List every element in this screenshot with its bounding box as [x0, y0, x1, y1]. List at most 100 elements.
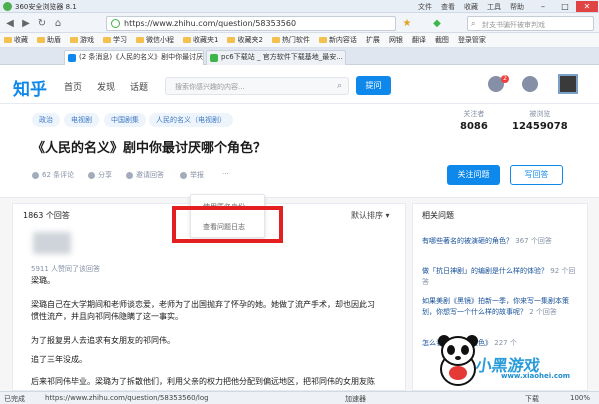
answer-votes: 5911 人赞同了该回答: [31, 265, 101, 273]
shield-icon[interactable]: ◆: [430, 17, 444, 30]
chevron-down-icon: ▾: [385, 211, 390, 220]
highlight-annotation-box: [172, 206, 283, 243]
bookmark-item[interactable]: 扩展: [366, 35, 380, 45]
panda-mascot-logo: [438, 335, 478, 386]
window-controls: – □ ✕: [532, 1, 598, 12]
blurred-author-image: [33, 232, 71, 254]
bookmark-item[interactable]: 游戏: [70, 35, 94, 45]
folder-icon: [37, 37, 45, 43]
folder-icon: [227, 37, 236, 43]
zhihu-favicon-icon: [68, 54, 76, 62]
followers-label: 关注者: [463, 110, 485, 118]
answer-paragraph: 梁璐自己在大学期间和老师谈恋爱，老师为了出国抛弃了怀孕的她。她做了流产手术，却也…: [31, 300, 375, 309]
bookmark-item[interactable]: 收藏夹1: [183, 35, 218, 45]
accelerator-button[interactable]: 加速器: [345, 394, 366, 404]
share-icon: [88, 171, 95, 179]
browser-logo-icon: [3, 2, 12, 11]
related-item[interactable]: 有哪些著名的被演砸的角色？ 367 个回答: [422, 236, 582, 247]
status-url: https://www.zhihu.com/question/58353560/…: [45, 394, 209, 402]
tab-zhihu[interactable]: (2 条消息)《人民的名义》剧中你最讨厌...: [64, 50, 204, 65]
related-item[interactable]: 做「抗日神剧」的编剧是什么样的体验？ 92 个回答: [422, 266, 582, 288]
followers-stat: 关注者 8086: [460, 109, 488, 132]
bookmark-item[interactable]: 收藏夹2: [227, 35, 263, 45]
search-icon[interactable]: ⌕: [337, 81, 342, 91]
back-icon[interactable]: ◀: [3, 17, 17, 30]
bookmarks-bar: 收藏 助盾 游戏 学习 微信小程 收藏夹1 收藏夹2 热门软件 新内容话 扩展 …: [0, 33, 599, 48]
notification-badge: 2: [501, 75, 509, 83]
star-icon[interactable]: ★: [400, 17, 414, 30]
home-icon[interactable]: ⌂: [51, 17, 65, 30]
browser-menu: 文件 查看 收藏 工具 帮助: [418, 2, 524, 12]
sort-dropdown[interactable]: 默认排序 ▾: [351, 210, 390, 221]
flag-icon: [180, 171, 187, 179]
message-icon[interactable]: [522, 76, 538, 92]
topic-tag[interactable]: 中国剧集: [104, 113, 146, 127]
nav-home[interactable]: 首页: [64, 80, 82, 93]
menu-favorites[interactable]: 收藏: [464, 2, 478, 12]
avatar[interactable]: [558, 74, 578, 94]
folder-icon: [136, 37, 144, 43]
status-text: 已完成: [4, 395, 25, 403]
share-action[interactable]: 分享: [88, 170, 112, 180]
refresh-icon[interactable]: ↻: [35, 17, 49, 30]
menu-file[interactable]: 文件: [418, 2, 432, 12]
zhihu-search-placeholder: 搜索你感兴趣的内容...: [175, 83, 245, 91]
bookmark-item[interactable]: 网银: [389, 35, 403, 45]
bookmark-item[interactable]: 翻译: [412, 35, 426, 45]
bookmark-item[interactable]: 截图: [435, 35, 449, 45]
menu-help[interactable]: 帮助: [510, 2, 524, 12]
bookmark-item[interactable]: 微信小程: [136, 35, 174, 45]
browser-search-input[interactable]: ⌕ 封支书骗歼被审判戏: [467, 16, 594, 31]
folder-icon: [318, 37, 327, 43]
question-title: 《人民的名义》剧中你最讨厌哪个角色？: [32, 141, 267, 156]
tab-bar: (2 条消息)《人民的名义》剧中你最讨厌... pc6下载站 _ 官方软件下载基…: [0, 48, 599, 65]
menu-tools[interactable]: 工具: [487, 2, 501, 12]
nav-topics[interactable]: 话题: [130, 80, 148, 93]
zhihu-logo[interactable]: 知乎: [13, 75, 47, 100]
related-item[interactable]: 如果美剧《黑镜》拍新一季，你来写一集剧本策划，你想写一个什么样的故事呢？ 2 个…: [422, 296, 582, 318]
comment-icon: [32, 171, 39, 179]
topic-tag[interactable]: 政治: [32, 113, 60, 127]
bookmark-item[interactable]: 助盾: [37, 35, 61, 45]
tab-pc6[interactable]: pc6下载站 _ 官方软件下载基地_最安...: [206, 50, 346, 65]
bookmark-item[interactable]: 新内容话: [318, 35, 357, 45]
download-button[interactable]: 下载: [525, 394, 539, 404]
bookmark-item[interactable]: 热门软件: [271, 35, 310, 45]
close-icon[interactable]: ✕: [576, 1, 598, 12]
ask-button[interactable]: 提问: [356, 76, 391, 95]
related-title: 相关问题: [422, 211, 454, 220]
browser-search-placeholder: 封支书骗歼被审判戏: [482, 21, 545, 29]
forward-icon[interactable]: ▶: [19, 17, 33, 30]
zoom-level[interactable]: 100%: [570, 394, 590, 402]
address-bar: ◀ ▶ ↻ ⌂ https://www.zhihu.com/question/5…: [0, 13, 599, 33]
more-action[interactable]: ···: [222, 170, 229, 178]
secure-icon: [111, 19, 120, 28]
url-input[interactable]: https://www.zhihu.com/question/58353560: [106, 16, 396, 31]
comments-action[interactable]: 62 条评论: [32, 170, 74, 180]
views-stat: 被浏览 12459078: [512, 109, 568, 132]
question-header: 政治 电视剧 中国剧集 人民的名义（电视剧） 关注者 8086 被浏览 1245…: [0, 104, 599, 198]
views-count: 12459078: [512, 121, 568, 132]
report-action[interactable]: 举报: [180, 170, 204, 180]
follow-question-button[interactable]: 关注问题: [447, 165, 500, 185]
folder-icon: [4, 37, 12, 43]
answer-paragraph: 后来祁同伟毕业。梁璐为了拆散他们，利用父亲的权力把他分配到偏远地区，把祁同伟的女…: [31, 377, 375, 386]
maximize-icon[interactable]: □: [554, 1, 576, 12]
invite-icon: [126, 171, 133, 179]
answer-paragraph: 梁璐。: [31, 276, 55, 285]
zhihu-search-input[interactable]: 搜索你感兴趣的内容... ⌕: [165, 77, 349, 95]
write-answer-button[interactable]: 写回答: [510, 165, 563, 185]
nav-explore[interactable]: 发现: [97, 80, 115, 93]
answers-count: 1863 个回答: [23, 211, 70, 220]
folder-icon: [70, 37, 78, 43]
invite-action[interactable]: 邀请回答: [126, 170, 164, 180]
topic-tag[interactable]: 人民的名义（电视剧）: [149, 113, 233, 127]
zhihu-header: 知乎 首页 发现 话题 搜索你感兴趣的内容... ⌕ 提问 2: [0, 65, 599, 104]
menu-view[interactable]: 查看: [441, 2, 455, 12]
answer-paragraph: 惯性流产，并且向祁同伟隐瞒了这一事实。: [31, 312, 183, 321]
topic-tag[interactable]: 电视剧: [64, 113, 99, 127]
bookmark-item[interactable]: 学习: [103, 35, 127, 45]
bookmark-item[interactable]: 收藏: [4, 35, 28, 45]
minimize-icon[interactable]: –: [532, 1, 554, 12]
bookmark-item[interactable]: 登录管家: [458, 35, 486, 45]
